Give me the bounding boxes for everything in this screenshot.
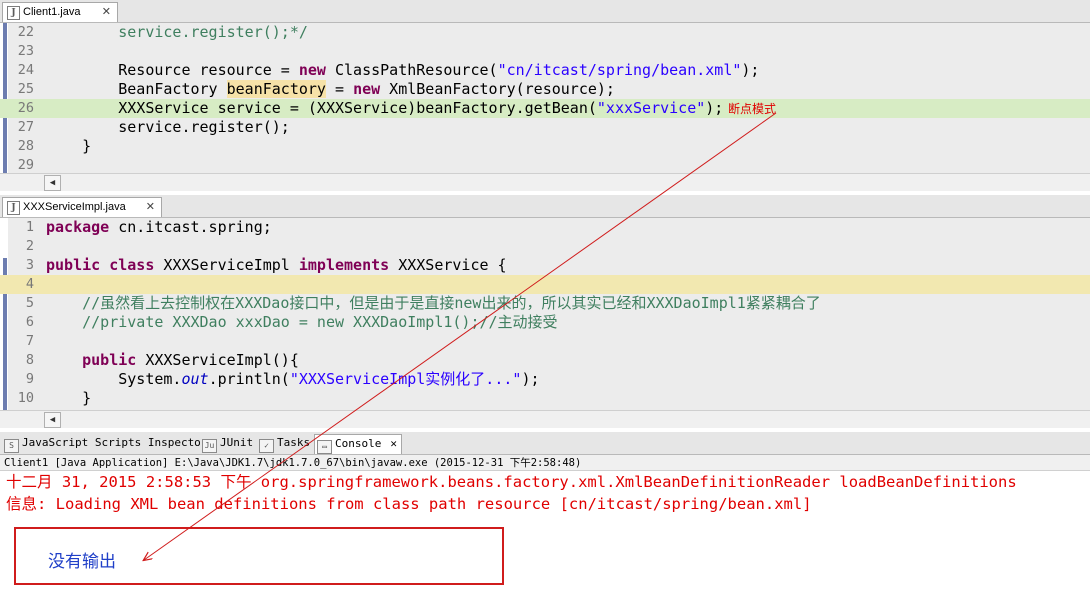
editor1-horizontal-scrollbar[interactable]: ◀ — [0, 173, 1090, 191]
line-number: 3 — [25, 257, 34, 273]
junit-icon: Ju — [202, 439, 217, 453]
line-number: 7 — [25, 333, 34, 349]
console-log-line: 信息: Loading XML bean definitions from cl… — [6, 495, 812, 513]
code-line[interactable]: 27 service.register(); — [0, 118, 1090, 137]
console-icon: ▭ — [317, 440, 332, 454]
code-line[interactable]: 4 — [0, 275, 1090, 294]
code-line[interactable]: 24 Resource resource = new ClassPathReso… — [0, 61, 1090, 80]
scroll-left-icon[interactable]: ◀ — [44, 412, 61, 428]
editor1-code-area[interactable]: 22 service.register();*/23 24 Resource re… — [0, 23, 1090, 173]
tasks-icon: ✓ — [259, 439, 274, 453]
editor1-tab[interactable]: J Client1.java ✕ — [2, 2, 118, 22]
editor2-code-area[interactable]: 1 package cn.itcast.spring; 2 3 public class… — [0, 218, 1090, 410]
line-number: 4 — [25, 276, 34, 292]
line-number: 22 — [17, 24, 34, 40]
code-line[interactable]: 26 XXXService service = (XXXService)bean… — [0, 99, 1090, 118]
editor2-horizontal-scrollbar[interactable]: ◀ — [0, 410, 1090, 428]
code-text: BeanFactory beanFactory = new XmlBeanFac… — [46, 80, 615, 98]
line-number: 25 — [17, 81, 34, 97]
code-line[interactable]: 10 } — [0, 389, 1090, 408]
code-text: } — [46, 137, 92, 155]
editor2-tab-label: XXXServiceImpl.java — [23, 201, 126, 213]
code-line[interactable]: 8 public XXXServiceImpl(){ — [0, 351, 1090, 370]
code-line[interactable]: 2 — [0, 237, 1090, 256]
tab-console[interactable]: ▭ Console ✕ — [314, 434, 402, 454]
code-text: package cn.itcast.spring; — [46, 218, 272, 236]
code-line[interactable]: 25 BeanFactory beanFactory = new XmlBean… — [0, 80, 1090, 99]
line-number: 1 — [25, 219, 34, 235]
java-file-icon: J — [7, 6, 20, 20]
code-text: public XXXServiceImpl(){ — [82, 351, 299, 369]
code-text: Resource resource = new ClassPathResourc… — [46, 61, 760, 79]
line-number: 28 — [17, 138, 34, 154]
no-output-annotation-box: 没有输出 — [14, 527, 504, 585]
line-number: 5 — [25, 295, 34, 311]
code-text: System.out.println("XXXServiceImpl实例化了..… — [46, 370, 540, 388]
close-icon[interactable]: ✕ — [146, 198, 155, 216]
editor2-tab-bar: J XXXServiceImpl.java ✕ — [0, 195, 1090, 218]
editor2-tab[interactable]: J XXXServiceImpl.java ✕ — [2, 197, 162, 217]
line-number: 24 — [17, 62, 34, 78]
close-icon[interactable]: ✕ — [102, 3, 111, 21]
editor1-tab-label: Client1.java — [23, 6, 81, 18]
java-file-icon: J — [7, 201, 20, 215]
line-number: 2 — [25, 238, 34, 254]
line-number: 8 — [25, 352, 34, 368]
code-text: XXXService service = (XXXService)beanFac… — [46, 99, 724, 117]
code-text: //虽然看上去控制权在XXXDao接口中，但是由于是直接new出来的，所以其实已… — [82, 294, 821, 312]
code-line[interactable]: 7 — [0, 332, 1090, 351]
code-line[interactable]: 3 public class XXXServiceImpl implements … — [0, 256, 1090, 275]
console-log-line: 十二月 31, 2015 2:58:53 下午 org.springframew… — [6, 473, 1017, 491]
scroll-left-icon[interactable]: ◀ — [44, 175, 61, 191]
tab-tasks[interactable]: ✓ Tasks — [259, 434, 310, 454]
code-text: } — [46, 389, 92, 407]
code-text: //private XXXDao xxxDao = new XXXDaoImpl… — [82, 313, 558, 331]
line-number: 6 — [25, 314, 34, 330]
code-line[interactable]: 23 — [0, 42, 1090, 61]
code-line[interactable]: 28 } — [0, 137, 1090, 156]
code-text: service.register(); — [46, 118, 290, 136]
no-output-label: 没有输出 — [48, 552, 116, 572]
line-number: 26 — [17, 100, 34, 116]
code-line[interactable]: 5 //虽然看上去控制权在XXXDao接口中，但是由于是直接new出来的，所以其… — [0, 294, 1090, 313]
line-number: 10 — [17, 390, 34, 406]
code-text: public class XXXServiceImpl implements X… — [46, 256, 507, 274]
line-number: 27 — [17, 119, 34, 135]
tab-javascript-scripts-inspector[interactable]: S JavaScript Scripts Inspector — [4, 434, 207, 454]
code-line[interactable]: 1 package cn.itcast.spring; — [0, 218, 1090, 237]
code-line[interactable]: 6 //private XXXDao xxxDao = new XXXDaoIm… — [0, 313, 1090, 332]
line-number: 9 — [25, 371, 34, 387]
script-inspector-icon: S — [4, 439, 19, 453]
line-number: 29 — [17, 157, 34, 173]
line-number: 23 — [17, 43, 34, 59]
views-tab-bar: S JavaScript Scripts Inspector Ju JUnit ✓ T… — [0, 432, 1090, 455]
code-line[interactable]: 9 System.out.println("XXXServiceImpl实例化了… — [0, 370, 1090, 389]
code-text: service.register();*/ — [118, 23, 308, 41]
close-icon[interactable]: ✕ — [390, 435, 397, 453]
breakpoint-mode-label: 断点模式 — [728, 102, 777, 116]
code-line[interactable]: 22 service.register();*/ — [0, 23, 1090, 42]
editor1-tab-bar: J Client1.java ✕ — [0, 0, 1090, 23]
console-process-info: Client1 [Java Application] E:\Java\JDK1.… — [0, 455, 1090, 471]
tab-junit[interactable]: Ju JUnit — [202, 434, 253, 454]
code-line[interactable]: 29 — [0, 156, 1090, 173]
